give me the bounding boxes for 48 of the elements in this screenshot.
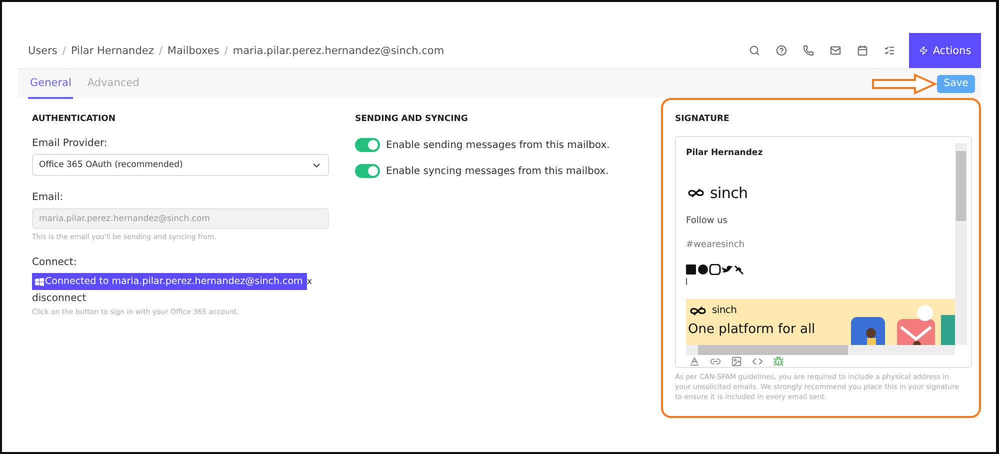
tab[interactable]: General [28,68,74,98]
calendar-icon[interactable] [857,45,868,56]
field-label: Connect: [32,257,78,268]
mail-icon[interactable] [830,45,841,56]
signature-name: Pilar Hernandez [686,148,764,158]
phone-icon[interactable] [803,45,814,56]
image-icon[interactable] [731,356,742,366]
breadcrumb-link[interactable]: maria.pilar.perez.hernandez@sinch.com [232,44,444,56]
hashtag-text: #wearesinch [686,240,746,250]
breadcrumb-separator: / [224,44,228,56]
scrollbar-thumb[interactable] [956,151,966,221]
section-title: AUTHENTICATION [32,114,116,124]
windows-icon [35,278,44,286]
toggle-switch[interactable] [355,164,380,178]
breadcrumb-link[interactable]: Pilar Hernandez [70,44,154,56]
close-link[interactable]: x [306,276,312,286]
logo-text: sinch [712,305,737,316]
bug-icon[interactable] [773,356,784,366]
banner-heading: One platform for all [688,322,816,338]
breadcrumb-separator: / [62,44,66,56]
disconnect-link[interactable]: disconnect [32,293,329,304]
social-icons-drawing [686,264,744,275]
section-title: SENDING AND SYNCING [355,114,469,124]
field-label: Email: [32,192,64,203]
scrollbar-thumb[interactable] [698,345,848,355]
checklist-icon[interactable] [884,45,895,56]
breadcrumb-link[interactable]: Users [28,44,58,56]
field-label: Email Provider: [32,138,108,149]
arrow-annotation [871,72,937,94]
provider-select[interactable]: Office 365 OAuth (recommended) [32,154,329,176]
toggle-label: Enable syncing messages from this mailbox. [386,166,609,176]
signature-text: Follow us [686,216,728,226]
logo-text: sinch [710,184,748,202]
lightning-icon [918,46,928,55]
infinity-logo-icon [686,188,706,198]
signature-editor[interactable]: Pilar Hernandez sinch Follow us #wearesinch sinch One platform for all [675,136,972,368]
infinity-logo-icon [688,306,708,316]
code-icon[interactable] [752,356,763,366]
text-color-icon[interactable] [689,356,700,366]
toggle-label: Enable sending messages from this mailbox. [386,140,610,150]
section-title: SIGNATURE [675,114,730,124]
help-icon[interactable] [776,45,787,56]
actions-button[interactable]: Actions [909,33,981,68]
connected-button[interactable]: Connected to maria.pilar.perez.hernandez@sinch.com [32,273,307,290]
breadcrumb-link[interactable]: Mailboxes [167,44,220,56]
breadcrumb-separator: / [158,44,162,56]
toggle-switch[interactable] [355,138,380,152]
search-icon[interactable] [749,45,760,56]
